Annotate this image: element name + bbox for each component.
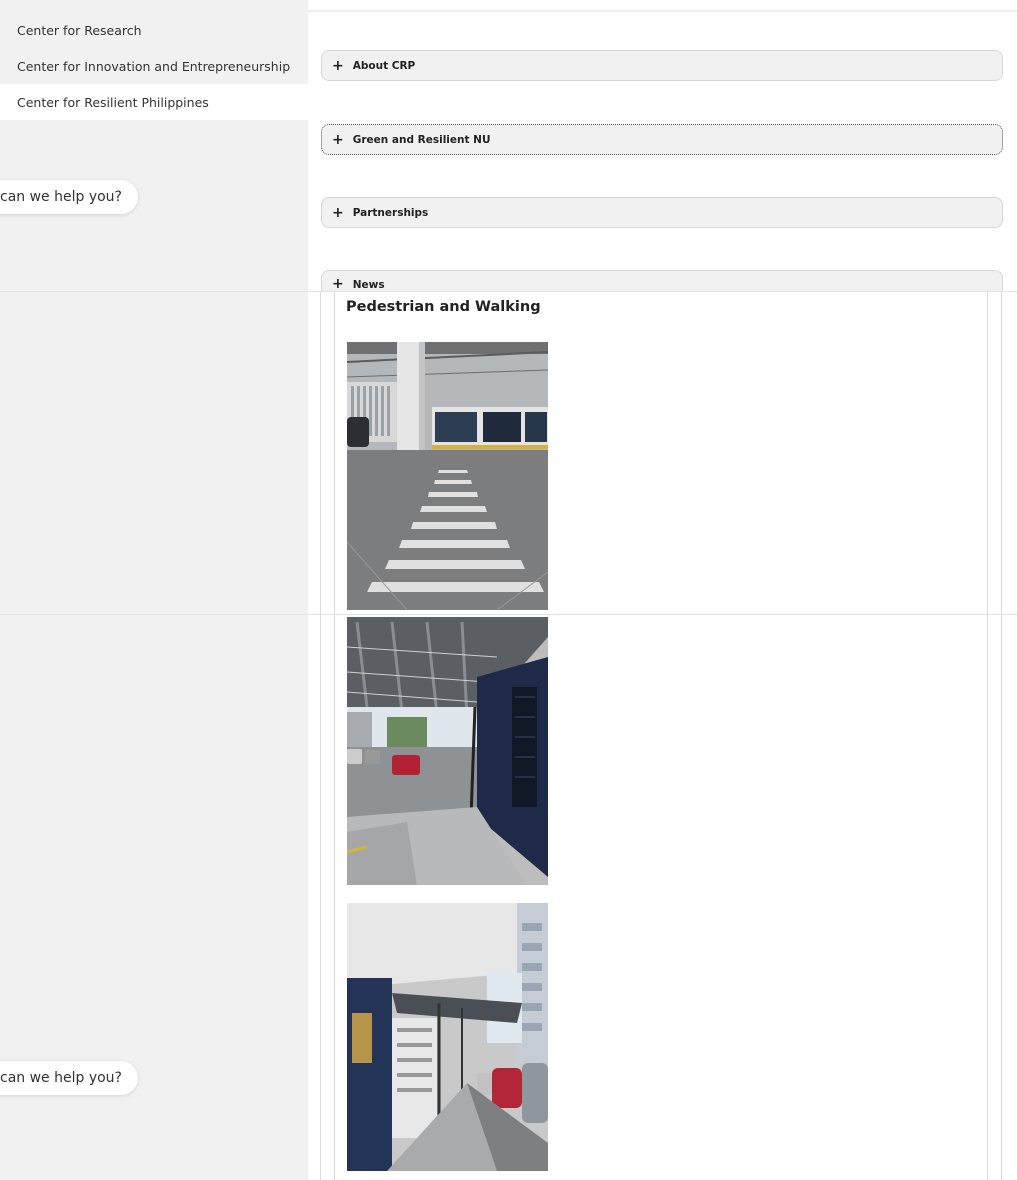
chat-prompt-bubble-bottom[interactable]: can we help you? (0, 1061, 138, 1095)
content-border-right (1001, 292, 1002, 1180)
sidebar-item-label: Center for Research (17, 22, 142, 38)
chat-prompt-text: can we help you? (0, 189, 122, 205)
divider (0, 291, 1017, 292)
accordion-about-crp[interactable]: + About CRP (321, 50, 1003, 81)
sidebar-item-center-for-innovation[interactable]: Center for Innovation and Entrepreneursh… (0, 48, 308, 84)
chat-prompt-text: can we help you? (0, 1070, 122, 1086)
plus-icon: + (332, 276, 344, 292)
accordion-partnerships[interactable]: + Partnerships (321, 197, 1003, 228)
photo-walkway-parked-cars (347, 903, 548, 1171)
chat-prompt-bubble[interactable]: can we help you? (0, 180, 138, 214)
accordion-label: Green and Resilient NU (352, 133, 491, 146)
sidebar-item-label: Center for Innovation and Entrepreneursh… (17, 58, 291, 74)
content-border-inner-right (987, 292, 988, 1180)
content-border-inner-left (334, 292, 335, 1180)
divider (0, 614, 1017, 615)
sidebar-item-label: Center for Resilient Philippines (17, 94, 209, 110)
plus-icon: + (332, 131, 344, 148)
sidebar-item-center-for-resilient-philippines[interactable]: Center for Resilient Philippines (0, 84, 308, 120)
photo-pedestrian-crossing (347, 342, 548, 610)
sidebar: Center for Research Center for Innovatio… (0, 0, 308, 1180)
accordion-label: News (352, 279, 385, 291)
plus-icon: + (332, 57, 344, 74)
photo-covered-sidewalk (347, 617, 548, 885)
top-divider (308, 10, 1017, 12)
plus-icon: + (332, 204, 344, 221)
content-border-left (320, 292, 321, 1180)
accordion-label: Partnerships (352, 206, 429, 219)
accordion-label: About CRP (352, 59, 416, 72)
sidebar-item-center-for-research[interactable]: Center for Research (0, 12, 308, 48)
section-title: Pedestrian and Walking (346, 299, 541, 315)
accordion-news[interactable]: + News (321, 270, 1003, 292)
accordion-green-and-resilient-nu[interactable]: + Green and Resilient NU (321, 124, 1003, 155)
